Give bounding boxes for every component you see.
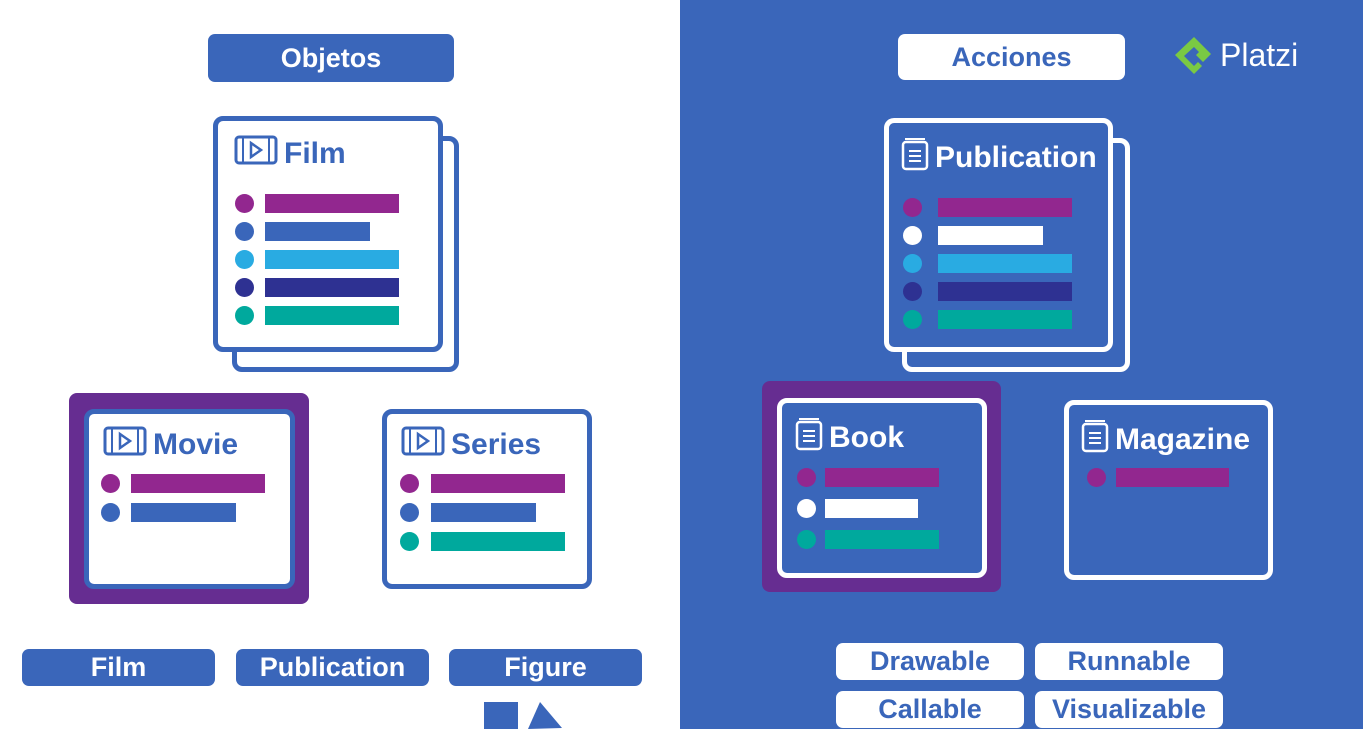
book-card-title: Book [829,421,904,454]
callable-label: Callable [836,691,1024,728]
attribute-bar [265,306,399,325]
attribute-bar [265,250,399,269]
attribute-dot [1087,468,1106,487]
attribute-bar [938,254,1072,273]
book-icon [1081,419,1109,461]
movie-card: Movie [84,409,295,589]
attribute-bar [131,474,265,493]
attribute-dot [903,254,922,273]
attribute-dot [235,278,254,297]
attribute-bar [265,278,399,297]
film-play-icon [401,426,445,464]
book-icon [901,137,929,179]
movie-card-title: Movie [153,428,239,461]
attribute-dot [400,474,419,493]
drawable-label: Drawable [836,643,1024,680]
runnable-label: Runnable [1035,643,1223,680]
series-card-title: Series [451,428,542,461]
book-icon [795,417,823,459]
objects-panel: Objetos Film Movie Series Film Publicati… [0,0,680,729]
attribute-bar [265,194,399,213]
attribute-dot [903,226,922,245]
magazine-card: Magazine [1064,400,1273,580]
attribute-dot [797,468,816,487]
book-card: Book [777,398,987,578]
attribute-bar [131,503,236,522]
attribute-dot [400,532,419,551]
attribute-dot [101,503,120,522]
attribute-bar [265,222,370,241]
attribute-bar [825,499,918,518]
attribute-bar [938,198,1072,217]
attribute-dot [235,222,254,241]
attribute-bar [1116,468,1229,487]
attribute-dot [235,250,254,269]
film-label: Film [22,649,215,686]
series-card: Series [382,409,592,589]
film-play-icon [103,426,147,464]
attribute-dot [903,310,922,329]
platzi-brand-text: Platzi [1220,36,1299,73]
publication-label: Publication [236,649,429,686]
platzi-logo-icon [1175,37,1211,74]
publication-card-title: Publication [935,141,1097,174]
triangle-shape [528,702,562,729]
attribute-dot [235,194,254,213]
film-card: Film [213,116,443,352]
attribute-bar [825,468,939,487]
actions-header: Acciones [898,34,1125,80]
attribute-bar [938,226,1043,245]
attribute-bar [938,310,1072,329]
attribute-dot [235,306,254,325]
attribute-dot [797,530,816,549]
figure-label: Figure [449,649,642,686]
attribute-dot [903,282,922,301]
objects-header: Objetos [208,34,454,82]
film-card-title: Film [284,137,346,170]
platzi-logo: Platzi [1172,33,1298,77]
attribute-dot [797,499,816,518]
attribute-dot [903,198,922,217]
magazine-card-title: Magazine [1115,423,1251,456]
attribute-bar [431,503,536,522]
attribute-bar [431,474,565,493]
attribute-dot [400,503,419,522]
attribute-bar [825,530,939,549]
visualizable-label: Visualizable [1035,691,1223,728]
attribute-bar [431,532,565,551]
film-play-icon [234,135,278,173]
attribute-bar [938,282,1072,301]
attribute-dot [101,474,120,493]
publication-card: Publication [884,118,1113,352]
square-shape [484,702,518,729]
